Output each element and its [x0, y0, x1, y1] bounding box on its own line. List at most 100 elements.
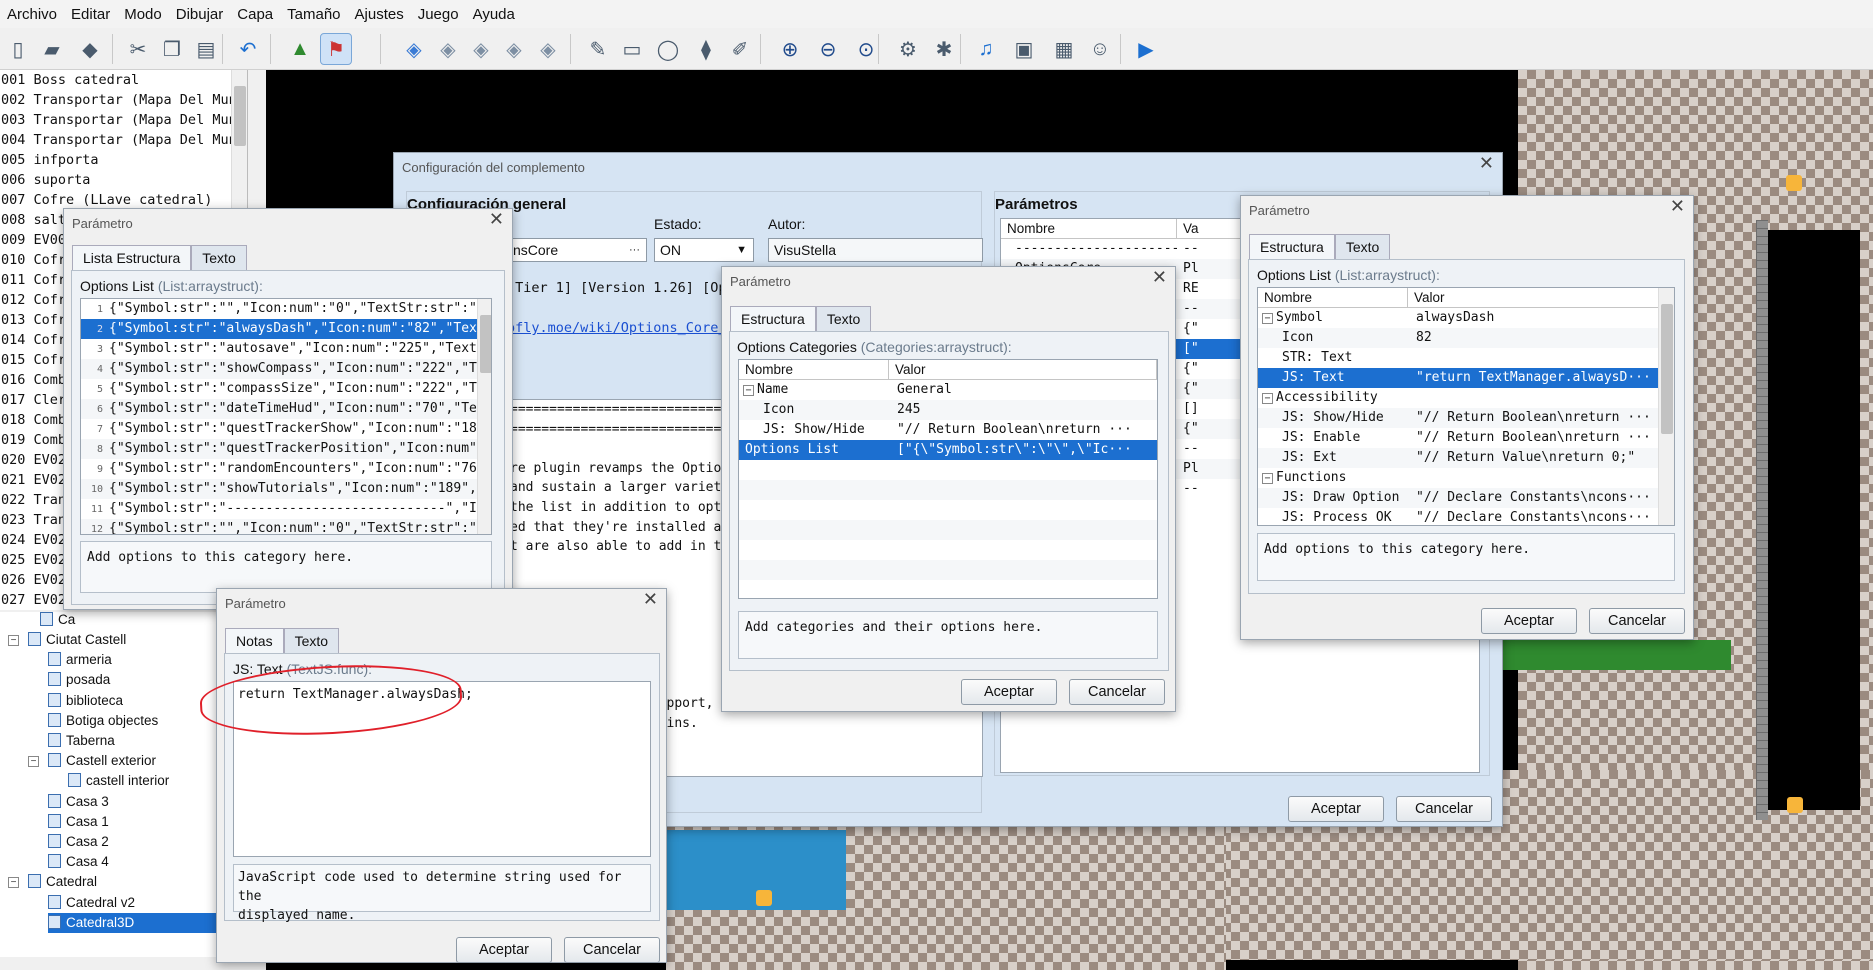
list-item[interactable]: 8 {"Symbol:str":"questTrackerPosition","I…	[81, 439, 491, 459]
table-row[interactable]: JS: Enable "// Return Boolean\nreturn ···	[1258, 428, 1674, 448]
event-list-item[interactable]: 007 Cofre (LLave catedral)	[0, 190, 247, 210]
map-tree-item[interactable]: Catedral3D	[48, 912, 216, 933]
copy-icon[interactable]: ❐	[156, 33, 188, 65]
layer-c-icon[interactable]: ◈	[465, 33, 497, 65]
map-tree-item[interactable]: Ciutat Castell	[28, 630, 126, 650]
list-item[interactable]: 10 {"Symbol:str":"showTutorials","Icon:nu…	[81, 479, 491, 499]
pencil-icon[interactable]: ✎	[582, 33, 614, 65]
table-row[interactable]: − Symbol alwaysDash	[1258, 308, 1674, 328]
close-icon[interactable]: ✕	[1152, 267, 1167, 288]
collapse-toggle-icon[interactable]: −	[1262, 473, 1273, 484]
tab-texto[interactable]: Texto	[283, 628, 340, 653]
menu-item-ayuda[interactable]: Ayuda	[466, 6, 522, 23]
layer-a-icon[interactable]: ◈	[398, 33, 430, 65]
map-tree-item[interactable]: Botiga objectes	[48, 711, 158, 731]
list-item[interactable]: 1 {"Symbol:str":"","Icon:num":"0","TextSt…	[81, 299, 491, 319]
list-item[interactable]: 7 {"Symbol:str":"questTrackerShow","Icon:…	[81, 419, 491, 439]
open-project-icon[interactable]: ▰	[36, 33, 68, 65]
menu-item-ajustes[interactable]: Ajustes	[348, 6, 411, 23]
layer-d-icon[interactable]: ◈	[498, 33, 530, 65]
cancel-button[interactable]: Cancelar	[564, 937, 660, 963]
list-scrollbar[interactable]	[477, 299, 491, 534]
list-item[interactable]: 11 {"Symbol:str":"-----------------------…	[81, 499, 491, 519]
ellipse-icon[interactable]: ◯	[652, 33, 684, 65]
map-mode-icon[interactable]: ▲	[284, 33, 316, 65]
resource-manager-icon[interactable]: ▦	[1048, 33, 1080, 65]
list-item[interactable]: 2 {"Symbol:str":"alwaysDash","Icon:num":"…	[81, 319, 491, 339]
event-list-item[interactable]: 004 Transportar (Mapa Del Mundo)	[0, 130, 247, 150]
tab-texto[interactable]: Texto	[1334, 234, 1391, 259]
zoom-in-icon[interactable]: ⊕	[774, 33, 806, 65]
character-generator-icon[interactable]: ☺	[1084, 33, 1116, 65]
tab-notas[interactable]: Notas	[225, 628, 284, 653]
cancel-button[interactable]: Cancelar	[1396, 796, 1492, 822]
table-row[interactable]: JS: Show/Hide "// Return Boolean\nreturn …	[739, 420, 1157, 440]
help-link[interactable]: ofly.moe/wiki/Options_Core_Vis	[507, 320, 751, 336]
struct-table[interactable]: Nombre Valor − Symbol alwaysDash Icon 82 STR: T…	[1257, 287, 1675, 526]
column-header[interactable]: Nombre	[1001, 219, 1177, 238]
event-list-item[interactable]: 001 Boss catedral	[0, 70, 247, 90]
save-project-icon[interactable]: ◆	[74, 33, 106, 65]
map-tree-item[interactable]: Casa 4	[48, 852, 109, 872]
tab-texto[interactable]: Texto	[191, 245, 247, 270]
ok-button[interactable]: Aceptar	[961, 679, 1057, 705]
author-field[interactable]: VisuStella	[768, 238, 983, 262]
ok-button[interactable]: Aceptar	[456, 937, 552, 963]
column-header[interactable]: Nombre	[739, 360, 889, 379]
map-tree-item[interactable]: Casa 1	[48, 812, 109, 832]
table-row[interactable]: JS: Show/Hide "// Return Boolean\nreturn …	[1258, 408, 1674, 428]
undo-icon[interactable]: ↶	[232, 33, 264, 65]
ok-button[interactable]: Aceptar	[1288, 796, 1384, 822]
map-tree-item[interactable]: Ca	[40, 612, 75, 630]
struct-scrollbar[interactable]	[1658, 288, 1674, 525]
tab-estructura[interactable]: Estructura	[730, 306, 816, 331]
close-icon[interactable]: ✕	[489, 209, 504, 230]
table-row[interactable]: Icon 245	[739, 400, 1157, 420]
list-item[interactable]: 5 {"Symbol:str":"compassSize","Icon:num":…	[81, 379, 491, 399]
table-row[interactable]: JS: Draw Option "// Declare Constants\nco…	[1258, 488, 1674, 508]
event-mode-icon[interactable]: ⚑	[320, 33, 352, 65]
list-item[interactable]: 12 {"Symbol:str":"","Icon:num":"0","TextS…	[81, 519, 491, 534]
menu-item-tamaño[interactable]: Tamaño	[280, 6, 347, 23]
map-tree-item[interactable]: posada	[48, 670, 110, 690]
ok-button[interactable]: Aceptar	[1481, 608, 1577, 634]
map-tree-item[interactable]: biblioteca	[48, 691, 123, 711]
close-icon[interactable]: ✕	[1479, 153, 1494, 174]
table-row[interactable]: Options List ["{\"Symbol:str\":\"\",\"Ic·…	[739, 440, 1157, 460]
new-project-icon[interactable]: ▯	[2, 33, 34, 65]
close-icon[interactable]: ✕	[643, 589, 658, 610]
expand-toggle-icon[interactable]: −	[8, 877, 19, 889]
table-row[interactable]: JS: Ext "// Return Value\nreturn 0;"	[1258, 448, 1674, 468]
menu-item-juego[interactable]: Juego	[411, 6, 466, 23]
menu-item-archivo[interactable]: Archivo	[0, 6, 64, 23]
table-row[interactable]: − Functions	[1258, 468, 1674, 488]
list-item[interactable]: 3 {"Symbol:str":"autosave","Icon:num":"22…	[81, 339, 491, 359]
table-row[interactable]: − Name General	[739, 380, 1157, 400]
collapse-toggle-icon[interactable]: −	[743, 385, 754, 396]
zoom-out-icon[interactable]: ⊖	[812, 33, 844, 65]
map-tree-item[interactable]: Catedral	[28, 872, 97, 892]
table-row[interactable]: Icon 82	[1258, 328, 1674, 348]
expand-toggle-icon[interactable]: −	[8, 635, 19, 646]
menu-item-dibujar[interactable]: Dibujar	[169, 6, 231, 23]
collapse-toggle-icon[interactable]: −	[1262, 393, 1273, 404]
table-row[interactable]: JS: Text "return TextManager.alwaysD···	[1258, 368, 1674, 388]
close-icon[interactable]: ✕	[1670, 196, 1685, 217]
rectangle-icon[interactable]: ▭	[616, 33, 648, 65]
sound-test-icon[interactable]: ♫	[970, 33, 1002, 65]
database-icon[interactable]: ⚙	[892, 33, 924, 65]
cancel-button[interactable]: Cancelar	[1069, 679, 1165, 705]
collapse-toggle-icon[interactable]: −	[1262, 313, 1273, 324]
map-tree-item[interactable]: Casa 3	[48, 792, 109, 812]
list-item[interactable]: 4 {"Symbol:str":"showCompass","Icon:num":…	[81, 359, 491, 379]
map-tree-item[interactable]: Catedral v2	[48, 893, 135, 913]
column-header[interactable]: Nombre	[1258, 288, 1408, 307]
menu-item-editar[interactable]: Editar	[64, 6, 117, 23]
table-row[interactable]: JS: Process OK "// Declare Constants\ncon…	[1258, 508, 1674, 525]
table-row[interactable]: STR: Text	[1258, 348, 1674, 368]
cancel-button[interactable]: Cancelar	[1589, 608, 1685, 634]
map-tree-item[interactable]: Taberna	[48, 731, 115, 751]
shadow-pen-icon[interactable]: ✐	[724, 33, 756, 65]
layer-b-icon[interactable]: ◈	[432, 33, 464, 65]
menu-item-modo[interactable]: Modo	[117, 6, 169, 23]
